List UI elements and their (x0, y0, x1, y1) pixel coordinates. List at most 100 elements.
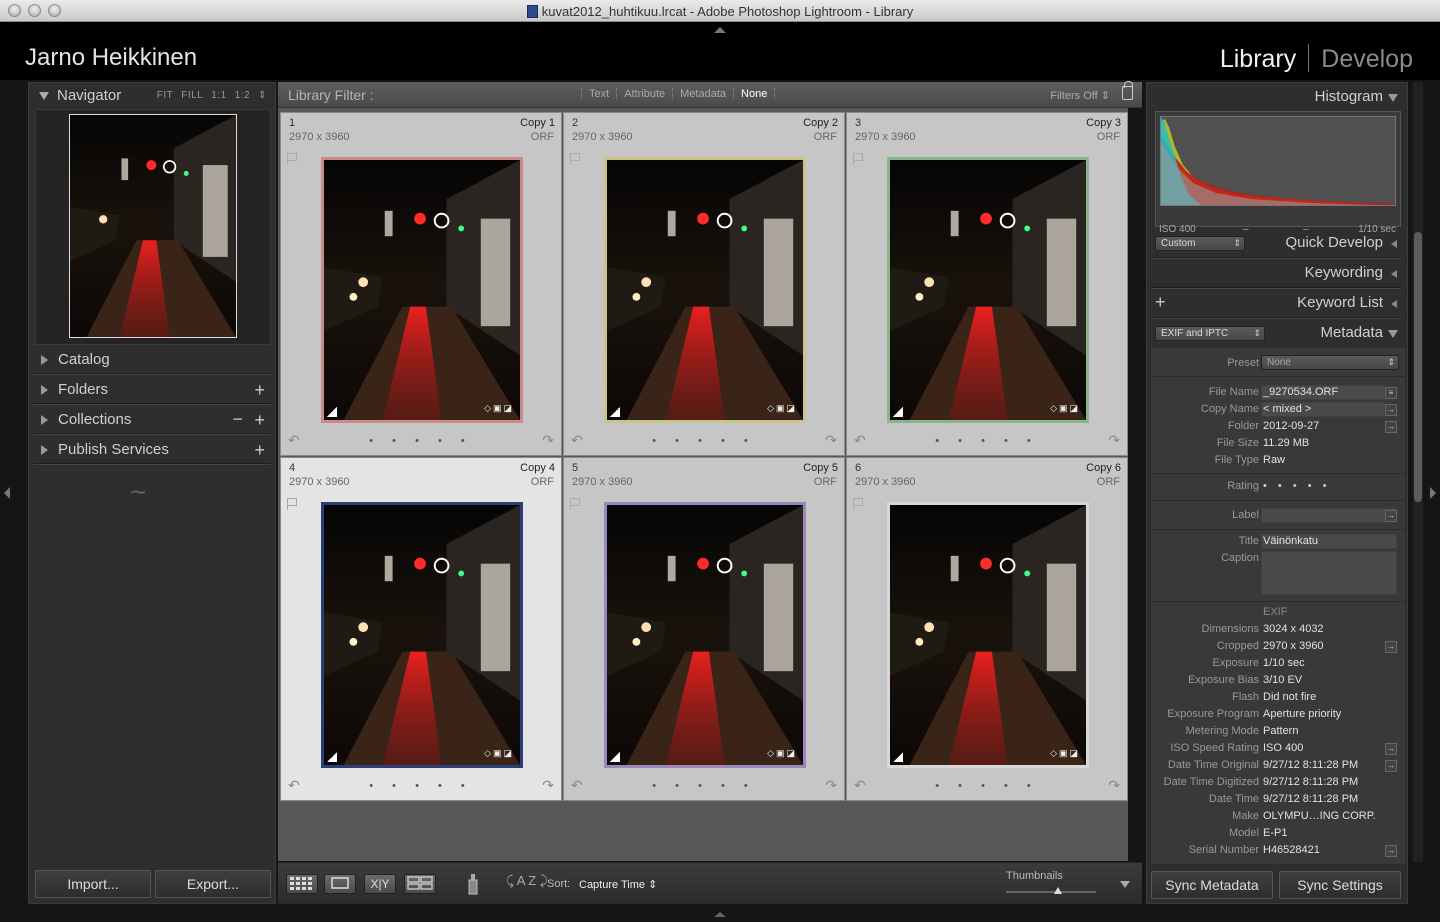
add-publish-service-icon[interactable]: + (254, 441, 265, 459)
navigator-thumbnail[interactable] (69, 114, 237, 338)
photo-thumbnail[interactable]: ◇▣◪ (607, 505, 803, 765)
badge-icons[interactable]: ◇▣◪ (767, 403, 797, 414)
module-library[interactable]: Library (1220, 45, 1296, 73)
flag-icon[interactable] (570, 498, 580, 510)
sync-settings-button[interactable]: Sync Settings (1279, 871, 1401, 899)
flag-icon[interactable] (853, 153, 863, 165)
cell-rating[interactable]: • • • • • (281, 780, 561, 792)
rotate-right-icon[interactable]: ↷ (825, 432, 837, 449)
collapse-filmstrip-icon[interactable] (714, 912, 726, 917)
rotate-right-icon[interactable]: ↷ (1108, 777, 1120, 794)
photo-thumbnail[interactable]: ◇▣◪ (324, 160, 520, 420)
navigator-preview[interactable] (35, 109, 271, 345)
metadata-header[interactable]: EXIF and IPTC Metadata (1147, 319, 1405, 349)
grid-view-button[interactable] (286, 874, 318, 894)
flag-icon[interactable] (287, 498, 297, 510)
filter-attribute[interactable]: Attribute (616, 88, 673, 100)
saved-preset-dropdown[interactable]: Custom (1155, 236, 1245, 251)
go-to-icon[interactable]: → (1385, 404, 1397, 416)
add-keyword-icon[interactable]: + (1155, 292, 1166, 313)
thumbnail-cell[interactable]: 4 2970 x 3960 Copy 4 ORF ◇▣◪ ↶ • • • • • ↷ (280, 457, 562, 801)
thumbnail-cell[interactable]: 2 2970 x 3960 Copy 2 ORF ◇▣◪ ↶ • • • • • ↷ (563, 112, 845, 456)
painter-icon[interactable] (466, 872, 480, 896)
add-collection-icon[interactable]: + (254, 411, 265, 429)
filter-none[interactable]: None (733, 88, 776, 100)
go-to-icon[interactable]: → (1385, 743, 1397, 755)
thumbnail-cell[interactable]: 1 2970 x 3960 Copy 1 ORF ◇▣◪ ↶ • • • • • ↷ (280, 112, 562, 456)
loupe-view-button[interactable] (324, 874, 356, 894)
scrollbar-thumb[interactable] (1414, 232, 1422, 502)
badge-icons[interactable]: ◇▣◪ (484, 403, 514, 414)
zoom-1-2[interactable]: 1:2 (235, 90, 250, 101)
label-action-icon[interactable]: → (1385, 510, 1397, 522)
zoom-1-1[interactable]: 1:1 (211, 90, 226, 101)
toolbar-menu-icon[interactable] (1120, 881, 1130, 888)
lock-icon[interactable] (1122, 81, 1133, 100)
badge-icons[interactable]: ◇▣◪ (767, 748, 797, 759)
compare-view-button[interactable]: X|Y (364, 874, 396, 894)
right-panel-scrollbar[interactable] (1413, 82, 1423, 862)
rename-icon[interactable]: ≡ (1385, 387, 1397, 399)
photo-frame[interactable]: ◇▣◪ (887, 157, 1089, 423)
sync-metadata-button[interactable]: Sync Metadata (1151, 871, 1273, 899)
cell-rating[interactable]: • • • • • (847, 780, 1127, 792)
badge-icons[interactable]: ◇▣◪ (484, 748, 514, 759)
zoom-fit[interactable]: FIT (157, 90, 174, 101)
photo-thumbnail[interactable]: ◇▣◪ (607, 160, 803, 420)
metadata-set-dropdown[interactable]: EXIF and IPTC (1155, 326, 1265, 341)
collections-section[interactable]: Collections − + (29, 407, 275, 437)
module-develop[interactable]: Develop (1321, 45, 1413, 73)
thumbnail-cell[interactable]: 3 2970 x 3960 Copy 3 ORF ◇▣◪ ↶ • • • • • ↷ (846, 112, 1128, 456)
rotate-right-icon[interactable]: ↷ (542, 777, 554, 794)
cell-rating[interactable]: • • • • • (281, 435, 561, 447)
photo-thumbnail[interactable]: ◇▣◪ (324, 505, 520, 765)
keywording-header[interactable]: Keywording (1147, 259, 1405, 289)
filter-presets-dropdown[interactable]: Filters Off ⇕ (1050, 89, 1110, 102)
histogram-header[interactable]: Histogram (1147, 83, 1405, 113)
go-to-icon[interactable]: → (1385, 641, 1397, 653)
export-button[interactable]: Export... (155, 870, 271, 898)
metadata-preset-dropdown[interactable]: None (1261, 355, 1399, 370)
toggle-right-panel-icon[interactable] (1430, 487, 1436, 499)
filter-metadata[interactable]: Metadata (672, 88, 734, 100)
photo-frame[interactable]: ◇▣◪ (887, 502, 1089, 768)
zoom-fill[interactable]: FILL (181, 90, 203, 101)
survey-view-button[interactable] (404, 874, 436, 894)
go-to-icon[interactable]: → (1385, 421, 1397, 433)
photo-frame[interactable]: ◇▣◪ (321, 157, 523, 423)
histogram[interactable]: ISO 400 – – 1/10 sec (1155, 111, 1401, 235)
thumbnail-size-slider[interactable] (1006, 887, 1096, 894)
cell-rating[interactable]: • • • • • (564, 780, 844, 792)
badge-icons[interactable]: ◇▣◪ (1050, 403, 1080, 414)
cell-rating[interactable]: • • • • • (847, 435, 1127, 447)
keyword-list-header[interactable]: + Keyword List (1147, 289, 1405, 319)
photo-thumbnail[interactable]: ◇▣◪ (890, 160, 1086, 420)
thumbnail-cell[interactable]: 5 2970 x 3960 Copy 5 ORF ◇▣◪ ↶ • • • • • ↷ (563, 457, 845, 801)
zoom-stepper-icon[interactable]: ⇕ (258, 90, 267, 101)
flag-icon[interactable] (570, 153, 580, 165)
navigator-header[interactable]: Navigator FIT FILL 1:1 1:2 ⇕ (29, 83, 275, 109)
rotate-right-icon[interactable]: ↷ (542, 432, 554, 449)
cell-rating[interactable]: • • • • • (564, 435, 844, 447)
quick-develop-header[interactable]: Custom Quick Develop (1147, 229, 1405, 259)
photo-frame[interactable]: ◇▣◪ (604, 502, 806, 768)
publish-services-section[interactable]: Publish Services + (29, 437, 275, 467)
badge-icons[interactable]: ◇▣◪ (1050, 748, 1080, 759)
go-to-icon[interactable]: → (1385, 760, 1397, 772)
go-to-icon[interactable]: → (1385, 845, 1397, 857)
rating-value[interactable]: • • • • • (1263, 480, 1330, 492)
caption-field[interactable] (1261, 551, 1397, 595)
add-folder-icon[interactable]: + (254, 381, 265, 399)
label-field[interactable] (1261, 508, 1397, 523)
flag-icon[interactable] (287, 153, 297, 165)
slider-knob[interactable] (1054, 887, 1062, 894)
catalog-section[interactable]: Catalog (29, 347, 275, 377)
rotate-right-icon[interactable]: ↷ (1108, 432, 1120, 449)
thumbnail-cell[interactable]: 6 2970 x 3960 Copy 6 ORF ◇▣◪ ↶ • • • • • ↷ (846, 457, 1128, 801)
toggle-left-panel-icon[interactable] (4, 487, 10, 499)
sort-criteria-dropdown[interactable]: Capture Time ⇕ (579, 878, 657, 891)
folders-section[interactable]: Folders + (29, 377, 275, 407)
rotate-right-icon[interactable]: ↷ (825, 777, 837, 794)
import-button[interactable]: Import... (35, 870, 151, 898)
photo-frame[interactable]: ◇▣◪ (321, 502, 523, 768)
